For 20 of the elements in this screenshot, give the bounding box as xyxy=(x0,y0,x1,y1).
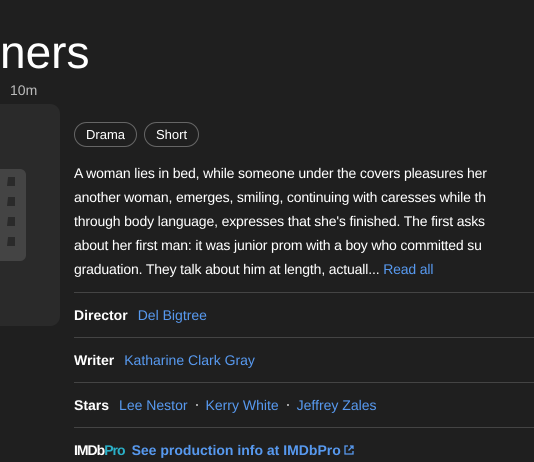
genre-chip[interactable]: Drama xyxy=(74,122,138,147)
imdbpro-logo[interactable]: IMDbPro xyxy=(74,442,125,458)
film-icon xyxy=(0,169,26,261)
credit-role: Director xyxy=(74,307,128,323)
runtime: 10m xyxy=(10,82,38,98)
credit-role: Writer xyxy=(74,352,114,368)
separator-dot xyxy=(286,404,289,406)
plot-summary: A woman lies in bed, while someone under the covers pleasures her another woman, emerges, smiling, continuing with caresses while th through body language, expresses that she's finished. The first asks about her first man: it was junior prom with a boy who committed su graduation. They talk about him at length, actuall... Read all xyxy=(74,161,534,293)
movie-title: ners xyxy=(0,28,90,76)
genre-chip[interactable]: Short xyxy=(144,122,200,147)
person-link[interactable]: Katharine Clark Gray xyxy=(124,352,255,368)
person-link[interactable]: Lee Nestor xyxy=(119,397,188,413)
credit-role: Stars xyxy=(74,397,110,413)
imdbpro-link[interactable]: See production info at IMDbPro xyxy=(132,442,341,458)
person-link[interactable]: Del Bigtree xyxy=(138,307,207,323)
person-link[interactable]: Kerry White xyxy=(206,397,279,413)
read-all-link[interactable]: Read all xyxy=(383,261,434,277)
person-link[interactable]: Jeffrey Zales xyxy=(296,397,377,413)
external-link-icon xyxy=(344,445,354,455)
separator-dot xyxy=(196,404,198,406)
